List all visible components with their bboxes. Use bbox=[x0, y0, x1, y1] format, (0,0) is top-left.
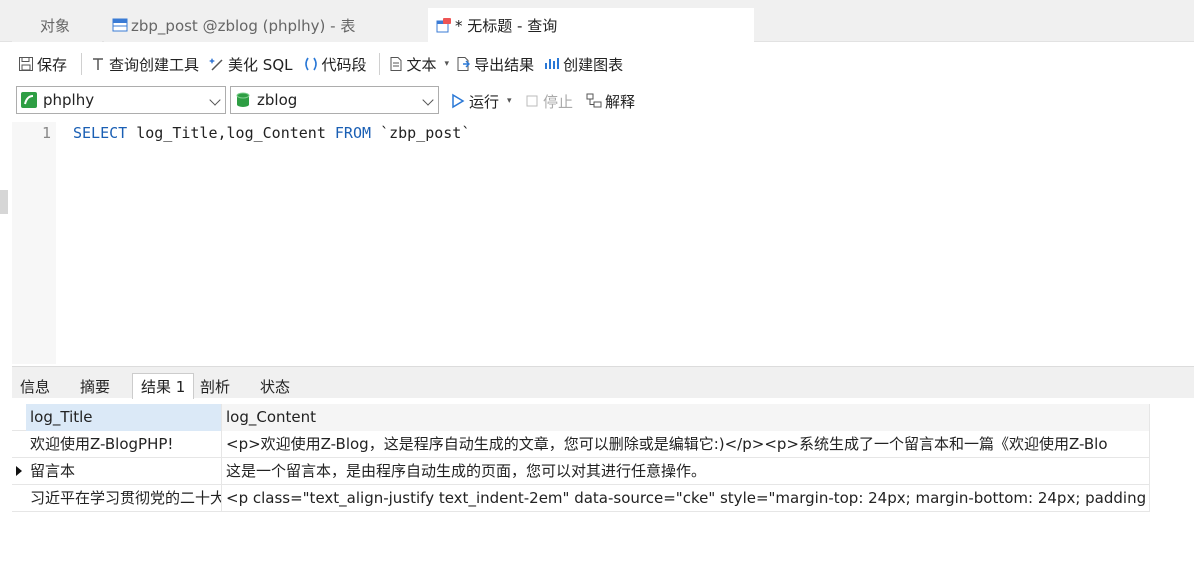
save-icon bbox=[18, 56, 34, 72]
main-toolbar: 保存 查询创建工具 美化 SQL 代码段 文本 ▾ 导出结果 创建图表 bbox=[0, 46, 1194, 82]
database-select[interactable]: zblog bbox=[230, 86, 439, 114]
explain-button[interactable]: 解释 bbox=[586, 84, 635, 118]
dropdown-arrow-icon: ▾ bbox=[507, 96, 512, 106]
tab-query-untitled[interactable]: * 无标题 - 查询 bbox=[428, 8, 754, 42]
cell-content-text: <p class="text_align-justify text_indent… bbox=[226, 489, 1147, 507]
text-mode-label: 文本 bbox=[406, 55, 437, 74]
sql-keyword-select: SELECT bbox=[73, 124, 128, 142]
cell-title-text: 习近平在学习贯彻党的二十大 bbox=[30, 489, 222, 507]
toolbar-divider bbox=[81, 53, 83, 75]
run-label: 运行 bbox=[469, 92, 500, 111]
sql-line: SELECT log_Title,log_Content FROM `zbp_p… bbox=[73, 124, 470, 142]
current-row-indicator-icon bbox=[16, 466, 22, 476]
tab-result-1-label: 结果 1 bbox=[141, 378, 186, 396]
explain-label: 解释 bbox=[605, 92, 636, 111]
save-label: 保存 bbox=[37, 55, 68, 74]
database-value: zblog bbox=[257, 91, 298, 109]
tab-objects[interactable]: 对象 bbox=[12, 8, 102, 42]
beautify-sql-label: 美化 SQL bbox=[228, 55, 293, 74]
export-icon bbox=[455, 56, 471, 72]
chevron-down-icon bbox=[422, 94, 434, 106]
save-button[interactable]: 保存 bbox=[18, 46, 67, 82]
tab-info[interactable]: 信息 bbox=[12, 373, 58, 399]
document-icon bbox=[388, 56, 404, 72]
tab-summary[interactable]: 摘要 bbox=[72, 373, 118, 399]
database-icon bbox=[235, 92, 251, 108]
cell-content-text: 这是一个留言本，是由程序自动生成的页面，您可以对其进行任意操作。 bbox=[226, 462, 707, 480]
query-toolbar: phplhy zblog 运行 ▾ 停止 解释 bbox=[0, 84, 1194, 118]
connection-value: phplhy bbox=[43, 91, 95, 109]
tab-status[interactable]: 状态 bbox=[252, 373, 298, 399]
connection-select[interactable]: phplhy bbox=[16, 86, 226, 114]
sql-table: `zbp_post` bbox=[380, 124, 471, 142]
tab-table-zbp-post[interactable]: zbp_post @zblog (phplhy) - 表 bbox=[104, 8, 428, 42]
tab-info-label: 信息 bbox=[20, 377, 51, 396]
table-icon bbox=[112, 17, 128, 33]
tab-status-label: 状态 bbox=[260, 377, 291, 396]
tab-query-label: * 无标题 - 查询 bbox=[455, 16, 558, 35]
line-number: 1 bbox=[42, 124, 52, 142]
tab-profile-label: 剖析 bbox=[200, 377, 231, 396]
chevron-down-icon bbox=[209, 94, 221, 106]
create-chart-label: 创建图表 bbox=[563, 55, 624, 74]
connection-icon bbox=[21, 92, 37, 108]
toolbar-divider bbox=[378, 53, 380, 75]
sql-fields: log_Title,log_Content bbox=[136, 124, 326, 142]
cell-title[interactable]: 留言本 bbox=[26, 458, 222, 485]
table-row[interactable]: 留言本 这是一个留言本，是由程序自动生成的页面，您可以对其进行任意操作。 bbox=[12, 458, 1150, 485]
cell-title[interactable]: 习近平在学习贯彻党的二十大 bbox=[26, 485, 222, 512]
brackets-icon bbox=[303, 56, 319, 72]
cell-content-text: <p>欢迎使用Z-Blog，这是程序自动生成的文章，您可以删除或是编辑它:)</… bbox=[226, 435, 1108, 453]
sql-editor[interactable] bbox=[12, 122, 1194, 364]
dropdown-arrow-icon: ▾ bbox=[444, 59, 450, 69]
export-results-label: 导出结果 bbox=[474, 55, 535, 74]
play-icon bbox=[450, 93, 466, 109]
cell-content[interactable]: 这是一个留言本，是由程序自动生成的页面，您可以对其进行任意操作。 bbox=[222, 458, 1150, 485]
stop-icon bbox=[524, 93, 540, 109]
column-header-log-title[interactable]: log_Title bbox=[26, 404, 222, 431]
cell-content[interactable]: <p>欢迎使用Z-Blog，这是程序自动生成的文章，您可以删除或是编辑它:)</… bbox=[222, 431, 1150, 458]
explain-icon bbox=[586, 93, 602, 109]
text-mode-button[interactable]: 文本 ▾ bbox=[388, 46, 450, 82]
stop-button[interactable]: 停止 bbox=[524, 84, 573, 118]
query-icon bbox=[436, 17, 452, 33]
export-results-button[interactable]: 导出结果 bbox=[455, 46, 534, 82]
splitter-handle[interactable] bbox=[0, 190, 8, 214]
code-snippet-button[interactable]: 代码段 bbox=[303, 46, 367, 82]
beautify-sql-button[interactable]: 美化 SQL bbox=[209, 46, 293, 82]
tab-profile[interactable]: 剖析 bbox=[192, 373, 238, 399]
chart-icon bbox=[544, 56, 560, 72]
query-builder-button[interactable]: 查询创建工具 bbox=[90, 46, 199, 82]
stop-label: 停止 bbox=[543, 92, 574, 111]
magic-wand-icon bbox=[209, 56, 225, 72]
cell-title-text: 留言本 bbox=[30, 462, 76, 480]
tab-objects-label: 对象 bbox=[40, 16, 71, 35]
create-chart-button[interactable]: 创建图表 bbox=[544, 46, 623, 82]
cell-title-text: 欢迎使用Z-BlogPHP! bbox=[30, 435, 174, 453]
column-header-log-content[interactable]: log_Content bbox=[222, 404, 1150, 431]
line-gutter: 1 bbox=[12, 122, 56, 364]
tab-table-label: zbp_post @zblog (phplhy) - 表 bbox=[131, 16, 356, 35]
grid-header: log_Title log_Content bbox=[12, 404, 1150, 431]
tab-summary-label: 摘要 bbox=[80, 377, 111, 396]
table-row[interactable]: 欢迎使用Z-BlogPHP! <p>欢迎使用Z-Blog，这是程序自动生成的文章… bbox=[12, 431, 1150, 458]
column-header-label: log_Title bbox=[30, 408, 93, 426]
query-builder-label: 查询创建工具 bbox=[109, 55, 200, 74]
tab-result-1[interactable]: 结果 1 bbox=[132, 373, 195, 399]
run-button[interactable]: 运行 ▾ bbox=[450, 84, 512, 118]
cell-content[interactable]: <p class="text_align-justify text_indent… bbox=[222, 485, 1150, 512]
sql-keyword-from: FROM bbox=[334, 124, 372, 142]
table-row[interactable]: 习近平在学习贯彻党的二十大 <p class="text_align-justi… bbox=[12, 485, 1150, 512]
tab-bar: 对象 zbp_post @zblog (phplhy) - 表 * 无标题 - … bbox=[0, 0, 1194, 42]
query-builder-icon bbox=[90, 56, 106, 72]
code-snippet-label: 代码段 bbox=[321, 55, 367, 74]
column-header-label: log_Content bbox=[226, 408, 317, 426]
result-tab-bar: 信息 摘要 结果 1 剖析 状态 bbox=[12, 366, 1194, 399]
cell-title[interactable]: 欢迎使用Z-BlogPHP! bbox=[26, 431, 222, 458]
